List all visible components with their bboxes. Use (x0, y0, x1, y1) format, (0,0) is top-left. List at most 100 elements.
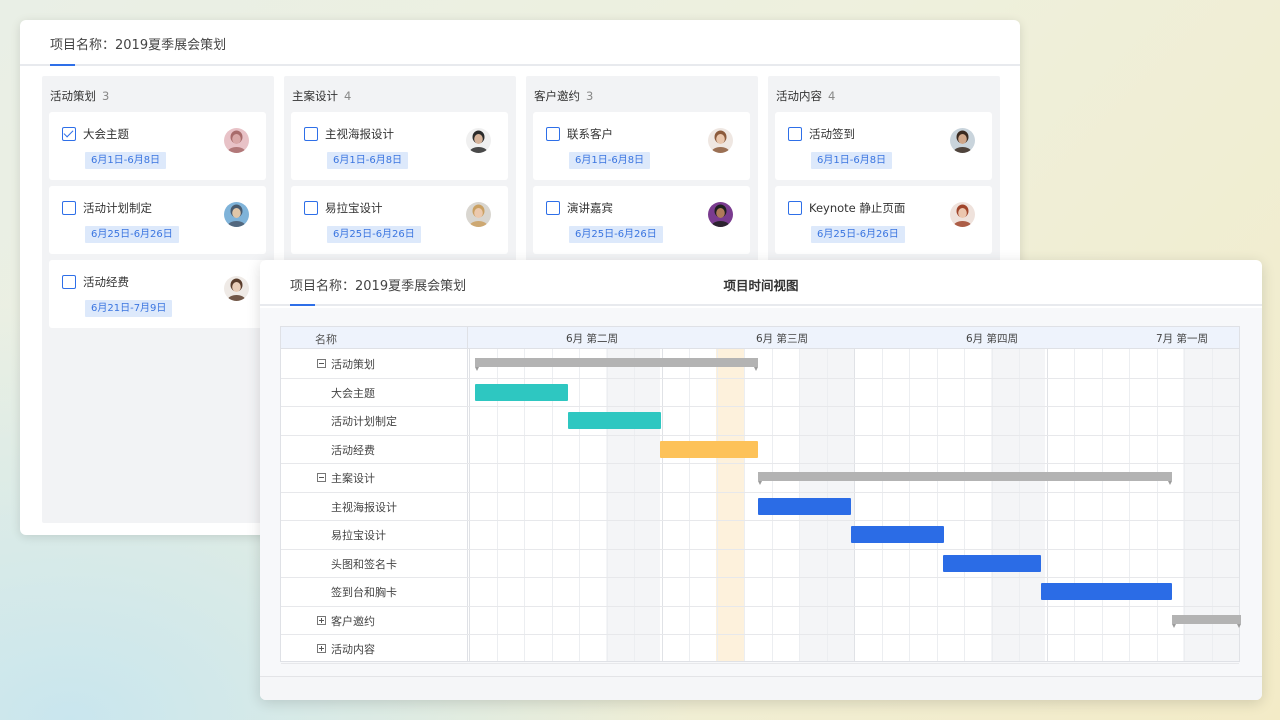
task-checkbox[interactable] (546, 127, 560, 141)
gantt-body: 名称 6月 第二周 6月 第三周 6月 第四周 7月 第一周 活动策划 大会主题 活动计划… (260, 308, 1262, 676)
task-date-badge: 6月25日-6月26日 (327, 226, 421, 243)
task-bar[interactable] (851, 526, 944, 543)
tab-indicator (50, 64, 75, 66)
task-name[interactable]: 签到台和胸卡 (331, 584, 397, 600)
task-checkbox[interactable] (62, 275, 76, 289)
task-bar[interactable] (475, 383, 568, 401)
row-divider (281, 491, 1239, 493)
avatar[interactable] (224, 276, 249, 301)
row-divider (281, 548, 1239, 550)
task-title: 大会主题 (83, 127, 129, 141)
task-card[interactable]: 演讲嘉宾 6月25日-6月26日 (533, 186, 750, 254)
group-name[interactable]: 主案设计 (331, 470, 375, 486)
week-label: 7月 第一周 (1156, 333, 1209, 345)
collapse-icon[interactable] (317, 473, 326, 482)
row-divider (281, 434, 1239, 436)
task-name[interactable]: 大会主题 (331, 385, 375, 401)
task-card[interactable]: 联系客户 6月1日-6月8日 (533, 112, 750, 180)
task-checkbox[interactable] (788, 127, 802, 141)
task-bar[interactable] (758, 497, 851, 515)
task-bar[interactable] (943, 554, 1041, 572)
task-date-badge: 6月25日-6月26日 (811, 226, 905, 243)
task-title: 易拉宝设计 (325, 201, 383, 215)
column-count: 3 (102, 89, 110, 103)
column-count: 3 (586, 89, 594, 103)
task-bar[interactable] (660, 440, 758, 458)
column-count: 4 (828, 89, 836, 103)
task-title: Keynote 静止页面 (809, 201, 906, 215)
day-gridline (1157, 349, 1158, 661)
group-name[interactable]: 客户邀约 (331, 613, 375, 629)
collapse-icon[interactable] (317, 359, 326, 368)
day-gridline (717, 349, 718, 661)
week-label: 6月 第二周 (566, 333, 619, 345)
column-count: 4 (344, 89, 352, 103)
row-divider (281, 634, 1239, 635)
task-card[interactable]: 主视海报设计 6月1日-6月8日 (291, 112, 508, 180)
task-bar[interactable] (1041, 583, 1172, 600)
today-marker (716, 349, 744, 661)
day-gridline (744, 349, 745, 661)
task-title: 主视海报设计 (325, 127, 394, 141)
avatar[interactable] (708, 128, 733, 153)
group-name[interactable]: 活动内容 (331, 641, 375, 657)
day-gridline (882, 349, 883, 661)
avatar[interactable] (466, 128, 491, 153)
task-date-badge: 6月1日-6月8日 (811, 152, 893, 169)
day-gridline (854, 349, 855, 661)
group-name[interactable]: 活动策划 (331, 356, 375, 372)
avatar[interactable] (224, 202, 249, 227)
gantt-grid: 名称 6月 第二周 6月 第三周 6月 第四周 7月 第一周 活动策划 大会主题 活动计划… (280, 326, 1241, 664)
task-card[interactable]: 大会主题 6月1日-6月8日 (49, 112, 266, 180)
task-name[interactable]: 活动经费 (331, 442, 375, 458)
task-name[interactable]: 易拉宝设计 (331, 527, 386, 543)
task-card[interactable]: 活动经费 6月21日-7月9日 (49, 260, 266, 328)
row-divider (281, 662, 1239, 664)
task-checkbox[interactable] (304, 201, 318, 215)
task-checkbox[interactable] (62, 201, 76, 215)
task-date-badge: 6月25日-6月26日 (569, 226, 663, 243)
summary-bar[interactable] (1172, 614, 1241, 628)
expand-icon[interactable] (317, 644, 326, 653)
task-title: 活动签到 (809, 127, 855, 141)
task-card[interactable]: Keynote 静止页面 6月25日-6月26日 (775, 186, 992, 254)
task-name[interactable]: 主视海报设计 (331, 499, 397, 515)
gantt-window: 项目名称：2019夏季展会策划 项目时间视图 名称 6月 第二周 6月 第三周 6月… (260, 260, 1262, 700)
day-gridline (909, 349, 910, 661)
row-divider (281, 577, 1239, 578)
avatar[interactable] (950, 202, 975, 227)
task-card[interactable]: 活动签到 6月1日-6月8日 (775, 112, 992, 180)
avatar[interactable] (224, 128, 249, 153)
gantt-footer (260, 676, 1262, 700)
task-title: 演讲嘉宾 (567, 201, 613, 215)
task-card[interactable]: 易拉宝设计 6月25日-6月26日 (291, 186, 508, 254)
avatar[interactable] (950, 128, 975, 153)
kanban-column: 活动策划 3 大会主题 6月1日-6月8日 活动计划制定 6月25日-6月26日 活动经费 6… (42, 76, 274, 523)
row-divider (281, 520, 1239, 521)
day-gridline (1102, 349, 1103, 661)
task-card[interactable]: 活动计划制定 6月25日-6月26日 (49, 186, 266, 254)
task-checkbox[interactable] (788, 201, 802, 215)
summary-bar[interactable] (758, 472, 1172, 485)
row-divider (281, 463, 1239, 464)
task-title: 活动计划制定 (83, 201, 152, 215)
avatar[interactable] (708, 202, 733, 227)
day-gridline (937, 349, 938, 661)
task-checkbox[interactable] (304, 127, 318, 141)
task-checkbox[interactable] (62, 127, 76, 141)
expand-icon[interactable] (317, 615, 326, 625)
task-name[interactable]: 头图和签名卡 (331, 556, 397, 572)
summary-bar[interactable] (475, 358, 758, 371)
task-date-badge: 6月21日-7月9日 (85, 300, 173, 317)
day-gridline (964, 349, 965, 661)
task-bar[interactable] (568, 412, 661, 429)
task-title: 联系客户 (567, 127, 613, 141)
task-checkbox[interactable] (546, 201, 560, 215)
gantt-view-title: 项目时间视图 (723, 278, 799, 293)
task-name[interactable]: 活动计划制定 (331, 413, 397, 429)
column-header: 主案设计 4 (292, 88, 351, 104)
week-label: 6月 第四周 (966, 333, 1019, 345)
task-date-badge: 6月1日-6月8日 (85, 152, 167, 169)
avatar[interactable] (466, 202, 491, 227)
kanban-header: 项目名称：2019夏季展会策划 (20, 20, 1020, 66)
